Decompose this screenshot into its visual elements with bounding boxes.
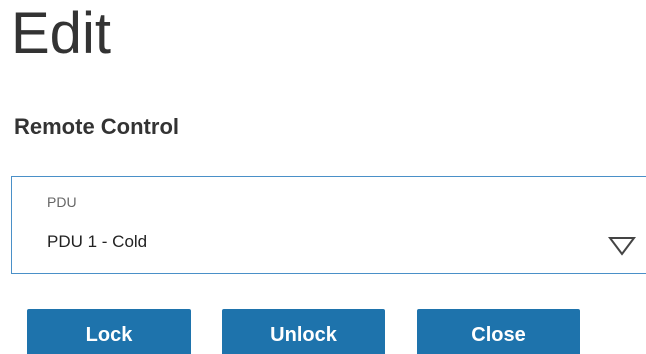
section-title: Remote Control [14,114,179,139]
edit-page: Edit Remote Control PDU PDU 1 - Cold Loc… [0,0,646,354]
pdu-select-value: PDU 1 - Cold [47,232,148,251]
chevron-down-icon[interactable] [608,236,636,256]
pdu-select-label: PDU [47,194,77,210]
pdu-select[interactable]: PDU PDU 1 - Cold [11,176,646,274]
unlock-button[interactable]: Unlock [222,309,385,354]
lock-button[interactable]: Lock [27,309,191,354]
page-title: Edit [11,1,111,66]
close-button[interactable]: Close [417,309,580,354]
